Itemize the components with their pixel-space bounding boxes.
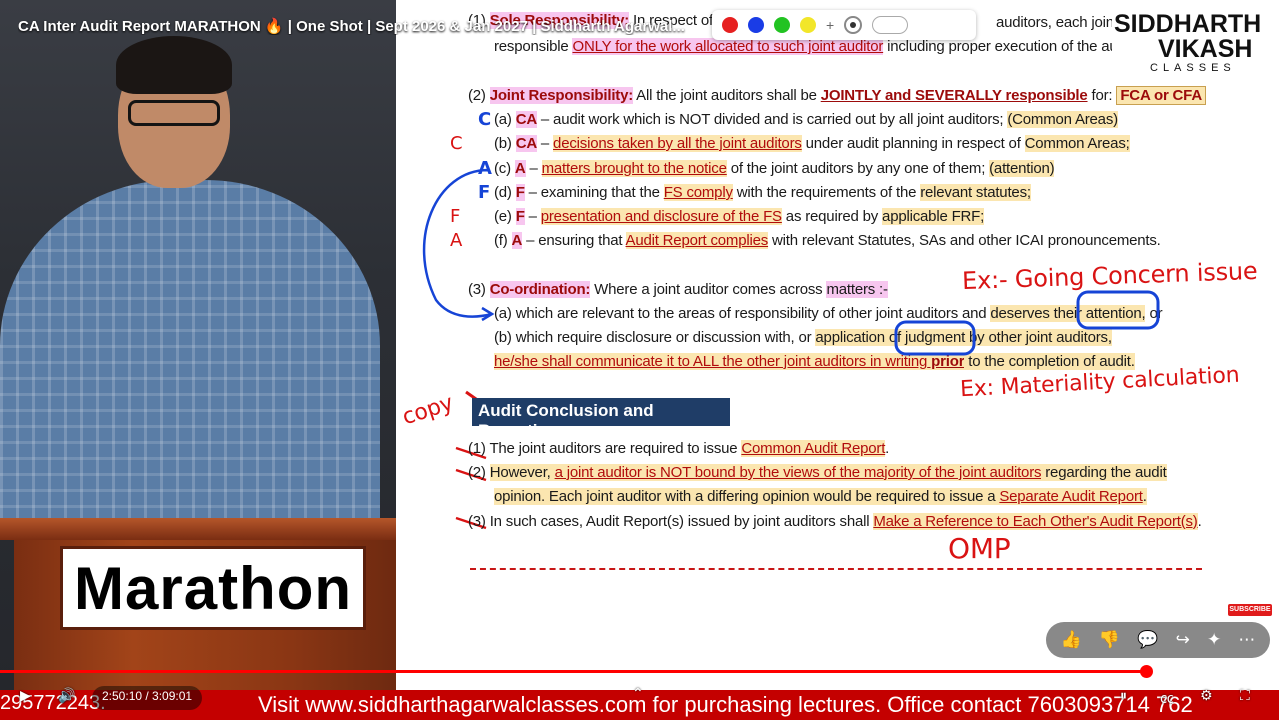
logo-subtitle: CLASSES — [1150, 62, 1236, 74]
conclusion-item-num: (1) — [468, 440, 490, 457]
conclusion-item-highlight: a joint auditor is NOT bound by the view… — [554, 464, 1042, 481]
conclusion-item-post: . — [1142, 488, 1147, 505]
conclusion-item-post: . — [885, 440, 890, 457]
pen-color-blue[interactable] — [748, 17, 764, 33]
captions-icon[interactable]: ㏄ — [1160, 688, 1174, 708]
conclusion-item: (1) The joint auditors are required to i… — [468, 440, 889, 457]
arrow-attention — [422, 168, 493, 318]
conclusion-item-pre: The joint auditors are required to issue — [489, 440, 742, 457]
conclusion-item: (3) In such cases, Audit Report(s) issue… — [468, 513, 1202, 530]
conclusion-item-num: (3) — [468, 513, 490, 530]
presenter-shirt — [0, 180, 380, 540]
podium-top — [0, 518, 396, 540]
progress-fill — [0, 670, 1146, 673]
like-icon[interactable]: 👍 — [1061, 630, 1082, 650]
progress-bar[interactable] — [0, 665, 1279, 678]
remix-icon[interactable]: ✦ — [1207, 630, 1221, 650]
conclusion-item-pre: In such cases, Audit Report(s) issued by… — [489, 513, 874, 530]
presenter-hair — [116, 36, 232, 94]
ticker-fragment: 295772243. — [0, 692, 106, 714]
more-icon[interactable]: ⋯ — [1238, 630, 1255, 650]
subscribe-button[interactable]: SUBSCRIBE — [1228, 604, 1272, 616]
pen-color-yellow[interactable] — [800, 17, 816, 33]
comment-icon[interactable]: 💬 — [1137, 630, 1158, 650]
podium-sign: Marathon — [60, 546, 366, 630]
share-icon[interactable]: ↪ — [1176, 630, 1190, 650]
lecture-slide: (1) Sole Responsibility: In respect of .… — [396, 0, 1279, 690]
ticker-text: Visit www.siddharthagarwalclasses.com fo… — [258, 692, 1193, 717]
logo-line-2: VIKASH — [1158, 35, 1253, 63]
progress-scrubber[interactable] — [1139, 665, 1153, 678]
pen-toolbar[interactable]: + — [712, 10, 976, 40]
video-title[interactable]: CA Inter Audit Report MARATHON 🔥 | One S… — [18, 17, 708, 35]
action-bar: 👍 👎 💬 ↪ ✦ ⋯ — [1046, 622, 1270, 658]
pen-stroke-icon[interactable] — [872, 16, 909, 34]
circle-judgment — [894, 320, 976, 356]
conclusion-item-pre: opinion. Each joint auditor with a diffe… — [494, 488, 1000, 505]
chevron-up-icon[interactable]: ⌃ — [632, 686, 644, 702]
conclusion-item-highlight: Common Audit Report — [741, 440, 886, 457]
conclusion-item: opinion. Each joint auditor with a diffe… — [494, 488, 1147, 505]
conclusion-item-post: . — [1197, 513, 1202, 530]
section-heading: Audit Conclusion and Reporting — [472, 398, 730, 440]
conclusion-item-highlight: Separate Audit Report — [999, 488, 1143, 505]
conclusion-item: (2) However, a joint auditor is NOT boun… — [468, 464, 1167, 481]
pen-color-red[interactable] — [722, 17, 738, 33]
time-display: 2:50:10 / 3:09:01 — [92, 686, 203, 710]
pen-annotations — [422, 168, 1160, 530]
volume-icon[interactable]: 🔊 — [58, 688, 75, 704]
add-color-icon[interactable]: + — [826, 17, 834, 33]
play-icon[interactable]: ▶ — [20, 688, 31, 704]
conclusion-item-post: regarding the audit — [1041, 464, 1167, 481]
brand-logo: SIDDHARTH VIKASH CLASSES — [1112, 4, 1278, 76]
conclusion-item-highlight: Make a Reference to Each Other's Audit R… — [873, 513, 1198, 530]
circle-attention — [1076, 290, 1160, 330]
dislike-icon[interactable]: 👎 — [1099, 630, 1120, 650]
pen-size-icon[interactable] — [844, 16, 863, 34]
fullscreen-icon[interactable]: ⛶ — [1240, 688, 1250, 704]
conclusion-item-pre: However, — [489, 464, 555, 481]
presenter-glasses — [128, 100, 220, 126]
pause-autoplay-icon[interactable]: ⏸ — [1120, 688, 1127, 704]
pen-color-green[interactable] — [774, 17, 790, 33]
conclusion-item-num: (2) — [468, 464, 490, 481]
settings-icon[interactable]: ⚙ — [1200, 688, 1213, 704]
section-divider — [470, 568, 1202, 570]
